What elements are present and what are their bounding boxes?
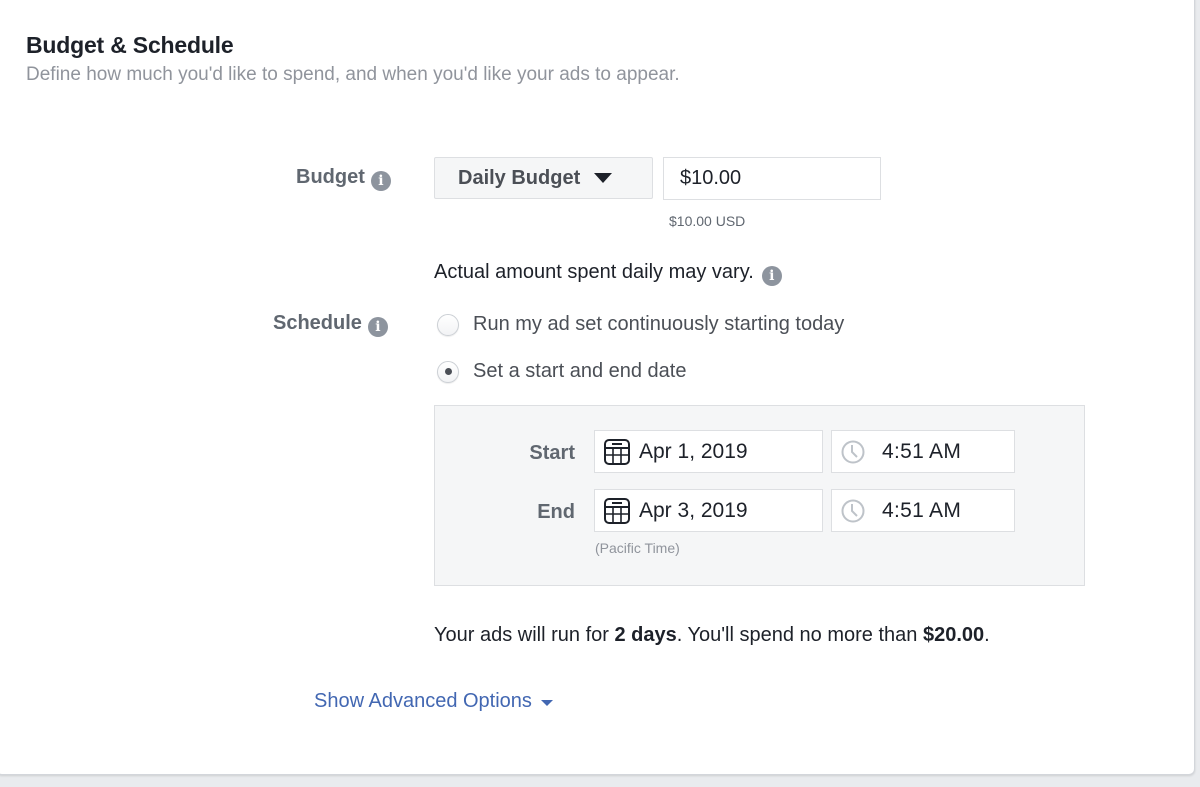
start-date-field[interactable]: Apr 1, 2019 xyxy=(594,430,823,473)
end-date-field[interactable]: Apr 3, 2019 xyxy=(594,489,823,532)
section-title: Budget & Schedule xyxy=(26,32,234,58)
clock-icon xyxy=(841,499,865,522)
radio-label: Run my ad set continuously starting toda… xyxy=(473,313,845,335)
budget-amount-input[interactable] xyxy=(663,157,881,200)
end-label: End xyxy=(537,501,575,523)
budget-vary-text: Actual amount spent daily may vary. xyxy=(434,261,754,283)
summary-max-spend: $20.00 xyxy=(922,624,985,646)
summary-prefix: Your ads will run for xyxy=(434,624,615,646)
show-advanced-options-link[interactable]: Show Advanced Options xyxy=(314,690,553,713)
budget-schedule-card xyxy=(0,0,1195,775)
radio-start-end-date[interactable]: Set a start and end date xyxy=(437,360,687,383)
budget-type-selected: Daily Budget xyxy=(458,166,581,189)
info-icon[interactable]: i xyxy=(367,317,388,337)
schedule-summary: Your ads will run for 2 days. You'll spe… xyxy=(434,624,990,647)
schedule-label: Schedule xyxy=(273,312,362,334)
end-time-field[interactable]: 4:51 AM xyxy=(831,489,1015,532)
calendar-icon xyxy=(604,438,630,465)
end-time-value: 4:51 AM xyxy=(882,498,962,522)
summary-duration: 2 days xyxy=(614,624,677,646)
info-icon[interactable]: i xyxy=(370,171,391,191)
clock-icon xyxy=(841,440,865,463)
date-range-panel: Start Apr 1, 2019 4:51 AM End Apr 3, 201… xyxy=(434,405,1085,586)
calendar-icon xyxy=(604,497,630,524)
start-date-value: Apr 1, 2019 xyxy=(639,439,748,463)
start-time-field[interactable]: 4:51 AM xyxy=(831,430,1015,473)
start-time-value: 4:51 AM xyxy=(882,439,962,463)
summary-suffix: . xyxy=(984,624,990,646)
caret-down-icon xyxy=(540,700,553,706)
schedule-label-group: Schedule i xyxy=(273,312,388,337)
radio-button-selected[interactable] xyxy=(437,360,459,383)
budget-label-group: Budget i xyxy=(296,166,391,191)
radio-dot xyxy=(444,368,452,375)
start-label: Start xyxy=(529,442,575,464)
budget-currency-note: $10.00 USD xyxy=(669,213,746,229)
radio-button[interactable] xyxy=(437,313,459,336)
budget-type-select[interactable]: Daily Budget xyxy=(434,157,653,199)
advanced-link-label: Show Advanced Options xyxy=(314,690,532,712)
radio-label: Set a start and end date xyxy=(473,360,687,382)
timezone-note: (Pacific Time) xyxy=(595,540,680,556)
end-date-value: Apr 3, 2019 xyxy=(639,498,748,522)
section-subtitle: Define how much you'd like to spend, and… xyxy=(26,64,680,85)
radio-run-continuously[interactable]: Run my ad set continuously starting toda… xyxy=(437,313,844,336)
summary-middle: . You'll spend no more than xyxy=(676,624,923,646)
info-icon[interactable]: i xyxy=(761,266,782,286)
budget-vary-note: Actual amount spent daily may vary. i xyxy=(434,261,782,286)
budget-label: Budget xyxy=(296,166,365,188)
caret-down-icon xyxy=(594,173,613,183)
